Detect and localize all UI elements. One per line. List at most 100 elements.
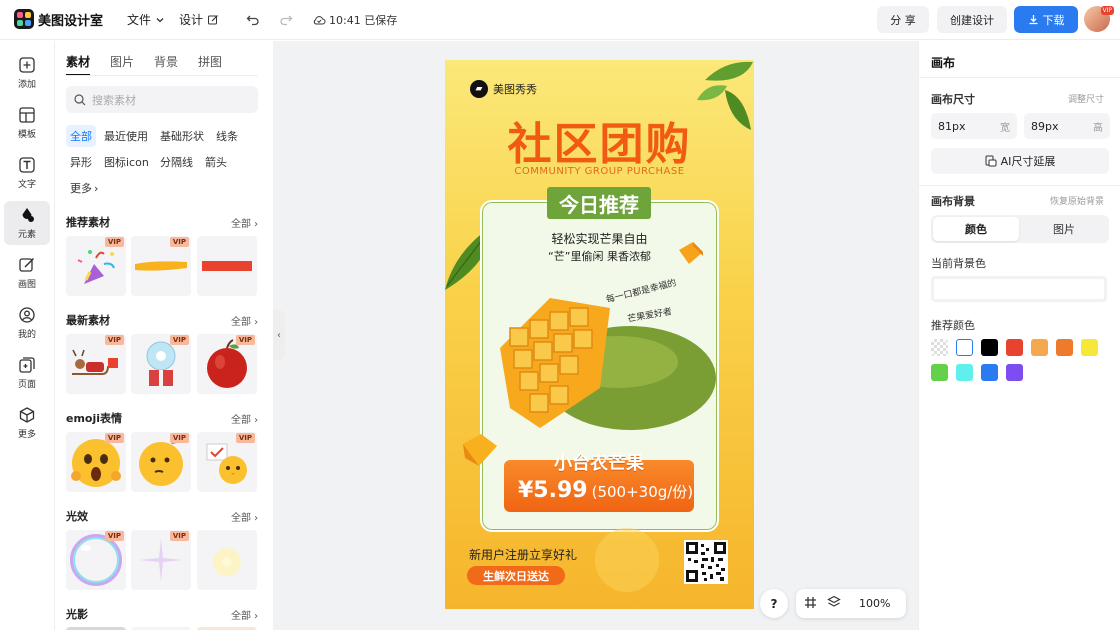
nav-item-template[interactable]: 模板 [4,101,50,145]
asset-thumb-red-bar[interactable] [197,236,257,296]
tab-collage[interactable]: 拼图 [198,53,222,76]
tab-materials[interactable]: 素材 [66,53,91,76]
avatar[interactable]: VIP [1084,6,1114,32]
bg-type-segmented: 颜色 图片 [931,215,1109,243]
share-button[interactable]: 分 享 [877,6,929,33]
redo-button[interactable] [276,10,296,30]
asset-thumb-party-popper[interactable]: VIP [66,236,126,296]
zoom-level[interactable]: 100% [859,597,890,610]
properties-panel: 画布 画布尺寸 调整尺寸 81px 宽 89px 高 AI尺寸延展 画布背景 恢… [918,41,1120,630]
poster-tagline-2: “芒”里偷闲 果香浓郁 [548,250,651,263]
resize-link[interactable]: 调整尺寸 [1068,92,1104,105]
swatch-yellow[interactable] [1081,339,1098,356]
current-bg-color[interactable] [931,276,1107,302]
current-bg-label: 当前背景色 [931,257,986,270]
section-all-link[interactable]: 全部 › [231,607,258,622]
chevron-right-icon: › [94,181,99,195]
swatch-cyan[interactable] [956,364,973,381]
chevron-left-icon: ‹ [277,329,281,341]
tab-divider [66,75,258,76]
nav-item-more[interactable]: 更多 [4,401,50,445]
swatch-black[interactable] [981,339,998,356]
save-status-text: 10:41 已保存 [329,14,398,27]
download-icon [1029,15,1037,25]
grid-button[interactable] [804,596,817,612]
chip-lines[interactable]: 线条 [212,125,242,147]
swatch-orange[interactable] [1056,339,1073,356]
asset-thumb-shocked-emoji[interactable]: VIP [66,432,126,492]
layers-button[interactable] [827,595,841,612]
asset-thumb-brush-stroke[interactable]: VIP [131,236,191,296]
vip-badge: VIP [104,335,124,345]
nav-label: 页面 [17,380,36,390]
section-all-link[interactable]: 全部 › [231,215,258,230]
nav-item-add[interactable]: 添加 [4,51,50,95]
file-menu[interactable]: 文件 [127,11,165,28]
brand-logo-icon: ▰ [470,80,488,98]
undo-button[interactable] [243,10,263,30]
chip-basic-shapes[interactable]: 基础形状 [156,125,208,147]
chip-all[interactable]: 全部 [66,125,96,147]
collapse-panel-button[interactable]: ‹ [273,310,285,360]
save-status: 10:41 已保存 [312,12,397,28]
segment-image[interactable]: 图片 [1021,217,1107,241]
canvas-bg-label: 画布背景 [931,195,975,208]
section-all-link[interactable]: 全部 › [231,313,258,328]
swatch-purple[interactable] [1006,364,1023,381]
tab-backgrounds[interactable]: 背景 [154,53,178,76]
restore-bg-link[interactable]: 恢复原始背景 [1050,194,1104,207]
nav-item-elements[interactable]: 元素 [4,201,50,245]
canvas-size-label: 画布尺寸 [931,93,975,106]
help-button[interactable]: ? [760,589,788,618]
app-logo[interactable]: 美图设计室 [14,9,103,29]
nav-item-text[interactable]: 文字 [4,151,50,195]
vip-badge: VIP [235,335,255,345]
asset-thumb-apple[interactable]: VIP [197,334,257,394]
poster-brand: ▰ 美图秀秀 [470,80,537,98]
segment-color[interactable]: 颜色 [933,217,1019,241]
chip-icons[interactable]: 图标icon [100,151,153,173]
ai-extend-label: AI尺寸延展 [1000,155,1056,168]
design-menu[interactable]: 设计 [179,11,219,28]
swatch-blue[interactable] [981,364,998,381]
chip-irregular[interactable]: 异形 [66,151,96,173]
asset-thumb-snow-globe[interactable]: VIP [131,334,191,394]
asset-thumb-bubble[interactable]: VIP [66,530,126,590]
tab-images[interactable]: 图片 [110,53,134,76]
height-value: 89px [1031,119,1059,133]
swatch-green[interactable] [931,364,948,381]
download-button[interactable]: 下载 [1014,6,1078,33]
product-unit: (500+30g/份) [591,483,694,501]
asset-thumb-thinking-emoji[interactable]: VIP [131,432,191,492]
section-all-link[interactable]: 全部 › [231,411,258,426]
asset-thumb-glow[interactable] [197,530,257,590]
section-all-link[interactable]: 全部 › [231,509,258,524]
swatch-transparent[interactable] [931,339,948,356]
asset-thumb-sleigh[interactable]: VIP [66,334,126,394]
swatch-white[interactable] [956,339,973,356]
nav-item-draw[interactable]: 画图 [4,251,50,295]
nav-item-page[interactable]: 页面 [4,351,50,395]
chip-arrows[interactable]: 箭头 [201,151,231,173]
nav-item-mine[interactable]: 我的 [4,301,50,345]
asset-thumb-sparkle[interactable]: VIP [131,530,191,590]
product-price: ¥5.99 [518,478,588,503]
chip-more[interactable]: 更多 › [66,177,102,199]
logo-icon [14,9,34,29]
swatch-red[interactable] [1006,339,1023,356]
ai-extend-icon [985,155,997,167]
create-design-button[interactable]: 创建设计 [937,6,1007,33]
width-field[interactable]: 81px 宽 [931,113,1017,139]
swatch-light-orange[interactable] [1031,339,1048,356]
chip-recent[interactable]: 最近使用 [100,125,152,147]
asset-thumb-chick-emoji[interactable]: VIP [197,432,257,492]
chip-dividers[interactable]: 分隔线 [156,151,197,173]
page-icon [18,356,36,374]
nav-label: 模板 [17,130,36,140]
search-input[interactable]: 搜索素材 [66,86,258,113]
height-field[interactable]: 89px 高 [1024,113,1110,139]
poster-canvas[interactable]: ▰ 美图秀秀 社区团购 COMMUNITY GROUP PURCHASE 今日推… [445,60,754,609]
redo-icon [280,15,293,26]
poster-title: 社区团购 [507,119,692,170]
ai-extend-button[interactable]: AI尺寸延展 [931,148,1109,174]
